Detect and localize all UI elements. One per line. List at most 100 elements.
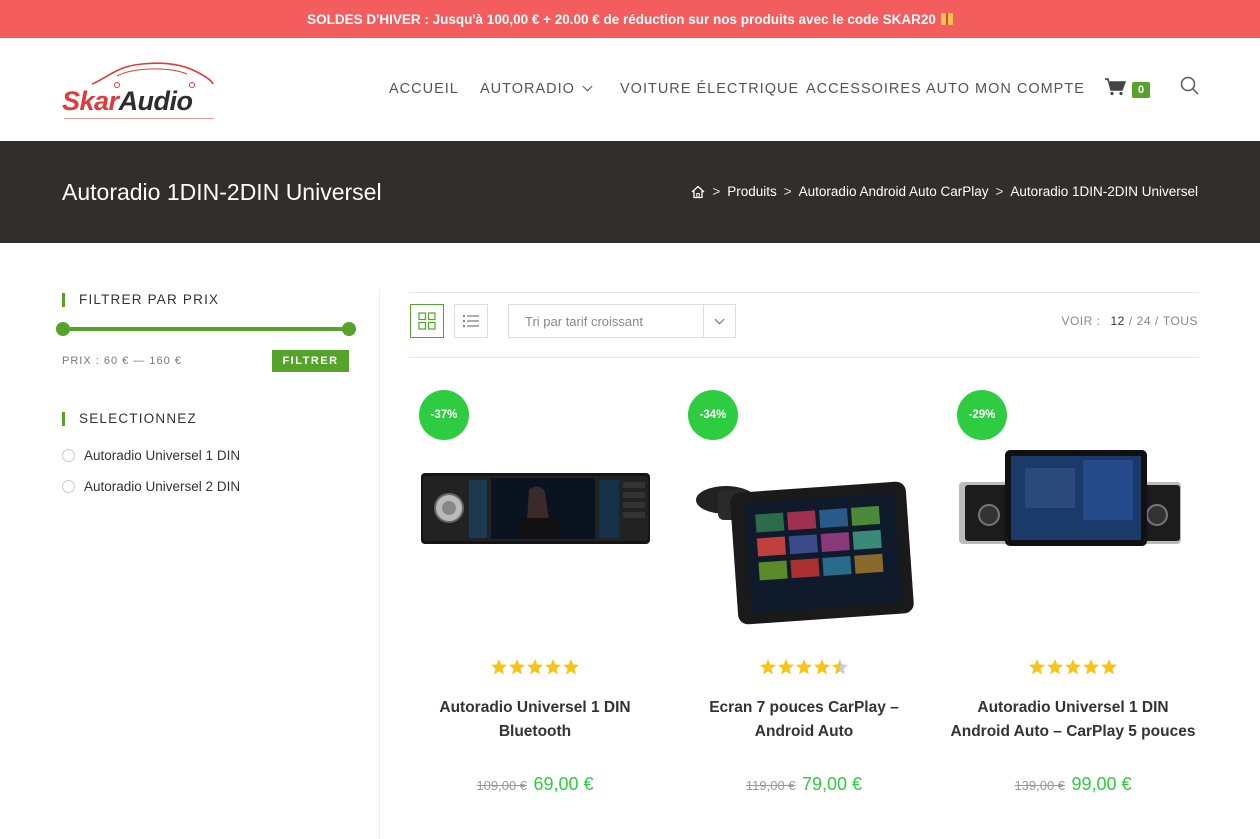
product-title[interactable]: Autoradio Universel 1 DIN Android Auto –… [947, 696, 1199, 744]
list-icon [462, 314, 479, 328]
star-icon [1029, 659, 1045, 675]
rating-stars [409, 658, 661, 676]
logo[interactable]: SkarAudio [62, 56, 222, 120]
product-title[interactable]: Ecran 7 pouces CarPlay – Android Auto [678, 696, 930, 744]
grid-view-button[interactable] [410, 304, 444, 338]
star-icon [1101, 659, 1117, 675]
nav-voiture-electrique[interactable]: VOITURE ÉLECTRIQUE [620, 81, 799, 97]
price-filter-title: FILTRER PAR PRIX [62, 292, 219, 307]
star-icon [1083, 659, 1099, 675]
car-radio-1din-image [421, 473, 650, 544]
discount-badge: -37% [419, 390, 469, 440]
product-image[interactable] [678, 430, 938, 650]
breadcrumb-produits[interactable]: Produits [727, 184, 777, 199]
old-price: 139,00 € [1014, 778, 1066, 793]
page-header-band: Autoradio 1DIN-2DIN Universel > Produits… [0, 141, 1260, 243]
breadcrumb-category[interactable]: Autoradio Android Auto CarPlay [799, 184, 989, 199]
voir-label: VOIR : [1061, 314, 1101, 328]
product-card: -34% Ecran 7 pouces CarPlay – Android Au… [678, 390, 938, 830]
cart-count-badge: 0 [1132, 82, 1150, 98]
product-price: 139,00 € 99,00 € [947, 774, 1199, 795]
chevron-down-icon [703, 305, 735, 337]
category-label: Autoradio Universel 2 DIN [84, 479, 241, 494]
home-icon[interactable] [691, 185, 705, 199]
radio-icon[interactable] [62, 480, 75, 493]
sidebar-divider [379, 290, 380, 839]
product-image[interactable] [947, 430, 1207, 650]
price-slider-track[interactable] [62, 327, 350, 331]
price-range-label: PRIX : 60 € — 160 € [62, 355, 182, 367]
rating-stars [947, 658, 1199, 676]
product-price: 109,00 € 69,00 € [409, 774, 661, 795]
product-price: 119,00 € 79,00 € [678, 774, 930, 795]
per-page-24[interactable]: 24 [1137, 314, 1151, 328]
discount-badge: -29% [957, 390, 1007, 440]
search-icon[interactable] [1180, 76, 1200, 96]
radio-icon[interactable] [62, 449, 75, 462]
nav-accueil[interactable]: ACCUEIL [389, 81, 459, 97]
cart-icon[interactable] [1104, 78, 1126, 96]
logo-audio: Audio [118, 86, 193, 116]
gift-icon [940, 13, 953, 25]
per-page-separator: / [1128, 314, 1133, 328]
price-slider-min-handle[interactable] [56, 322, 70, 336]
per-page-selector: VOIR : 12 / 24 / TOUS [1061, 314, 1198, 328]
promo-text: SOLDES D'HIVER : Jusqu'à 100,00 € + 20.0… [307, 11, 936, 27]
product-card: -29% Autoradio Universel 1 DIN Android A… [947, 390, 1207, 830]
select-title: SELECTIONNEZ [62, 411, 197, 426]
nav-autoradio-label: AUTORADIO [480, 81, 575, 97]
nav-accessoires-auto[interactable]: ACCESSOIRES AUTO [806, 81, 970, 97]
breadcrumb: > Produits > Autoradio Android Auto CarP… [691, 184, 1198, 199]
star-icon [545, 659, 561, 675]
logo-text: SkarAudio [62, 86, 193, 117]
toolbar-divider-top [409, 292, 1199, 293]
breadcrumb-separator: > [712, 184, 721, 199]
category-item-2din[interactable]: Autoradio Universel 2 DIN [62, 479, 240, 494]
per-page-separator: / [1155, 314, 1159, 328]
star-icon [491, 659, 507, 675]
grid-icon [418, 312, 436, 330]
star-icon [527, 659, 543, 675]
nav-mon-compte[interactable]: MON COMPTE [975, 81, 1085, 97]
new-price: 79,00 € [802, 774, 863, 794]
star-icon [563, 659, 579, 675]
old-price: 119,00 € [745, 778, 796, 793]
star-icon [796, 659, 812, 675]
category-item-1din[interactable]: Autoradio Universel 1 DIN [62, 448, 240, 463]
star-icon [814, 659, 830, 675]
star-icon [1065, 659, 1081, 675]
site-header: SkarAudio ACCUEIL AUTORADIO VOITURE ÉLEC… [0, 38, 1260, 141]
price-slider-max-handle[interactable] [342, 322, 356, 336]
page-title: Autoradio 1DIN-2DIN Universel [62, 179, 382, 205]
star-icon [832, 659, 848, 675]
logo-skar: Skar [62, 86, 119, 116]
star-icon [778, 659, 794, 675]
filter-button[interactable]: FILTRER [272, 350, 349, 372]
toolbar-divider-bottom [409, 357, 1199, 358]
sort-select-value: Tri par tarif croissant [525, 313, 643, 329]
rating-stars [678, 658, 930, 676]
star-icon [760, 659, 776, 675]
carplay-screen-image [696, 481, 914, 625]
product-image[interactable] [409, 430, 669, 650]
chevron-down-icon [582, 81, 593, 92]
product-title[interactable]: Autoradio Universel 1 DIN Bluetooth [409, 696, 661, 744]
nav-autoradio[interactable]: AUTORADIO [480, 81, 593, 97]
discount-badge: -34% [688, 390, 738, 440]
logo-underline [64, 118, 214, 119]
product-card: -37% Autoradio Universel 1 DIN Bluetooth… [409, 390, 669, 830]
promo-bar: SOLDES D'HIVER : Jusqu'à 100,00 € + 20.0… [0, 0, 1260, 38]
star-icon [1047, 659, 1063, 675]
list-view-button[interactable] [454, 304, 488, 338]
breadcrumb-separator: > [783, 184, 792, 199]
old-price: 109,00 € [476, 778, 528, 793]
breadcrumb-current: Autoradio 1DIN-2DIN Universel [1010, 184, 1198, 199]
per-page-all[interactable]: TOUS [1163, 314, 1198, 328]
car-radio-5inch-image [959, 450, 1181, 546]
new-price: 99,00 € [1071, 774, 1132, 794]
breadcrumb-separator: > [995, 184, 1004, 199]
category-label: Autoradio Universel 1 DIN [84, 448, 241, 463]
sort-select[interactable]: Tri par tarif croissant [508, 304, 736, 338]
per-page-12[interactable]: 12 [1110, 314, 1124, 328]
car-outline-icon [91, 62, 214, 88]
